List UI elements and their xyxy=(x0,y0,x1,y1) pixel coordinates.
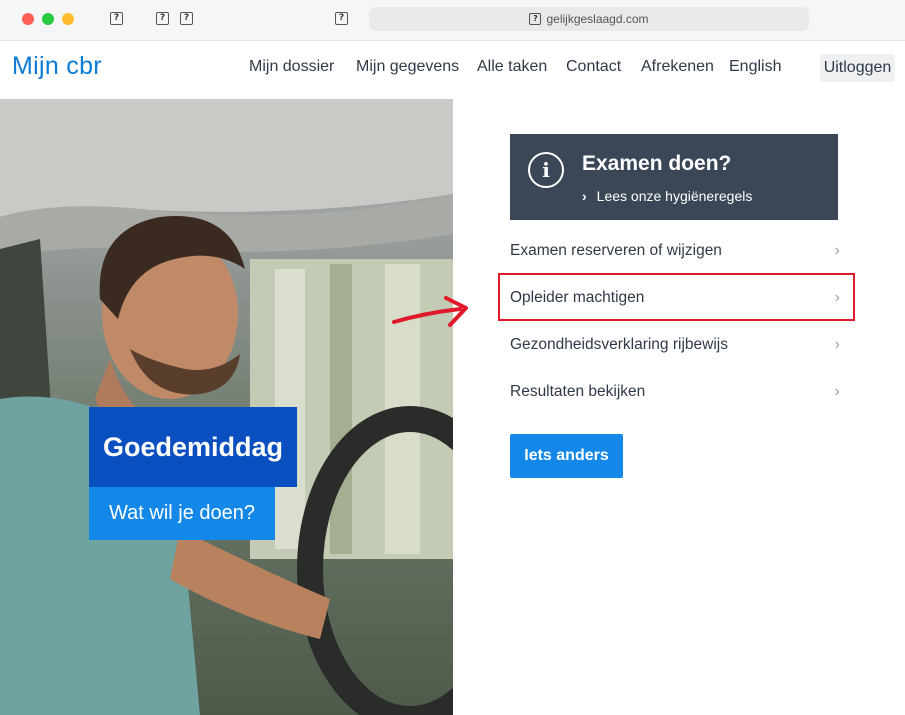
nav-contact[interactable]: Contact xyxy=(566,58,621,76)
site-lock-icon: ? xyxy=(529,13,542,25)
hygiene-rules-label: Lees onze hygiëneregels xyxy=(596,188,753,204)
nav-mijn-dossier[interactable]: Mijn dossier xyxy=(249,58,334,76)
what-to-do-label: Wat wil je doen? xyxy=(89,487,275,540)
hero-image: Goedemiddag Wat wil je doen? xyxy=(0,99,453,715)
nav-english[interactable]: English xyxy=(729,58,781,76)
privacy-report-icon[interactable]: ? xyxy=(335,12,348,25)
annotation-arrow-icon xyxy=(392,296,468,327)
task-gezondheidsverklaring[interactable]: Gezondheidsverklaring rijbewijs › xyxy=(510,331,840,359)
greeting-heading: Goedemiddag xyxy=(89,407,297,487)
task-examen-reserveren[interactable]: Examen reserveren of wijzigen › xyxy=(510,237,840,265)
highlight-box xyxy=(498,273,855,321)
task-resultaten-bekijken[interactable]: Resultaten bekijken › xyxy=(510,378,840,406)
nav-mijn-gegevens[interactable]: Mijn gegevens xyxy=(356,58,459,76)
logout-button[interactable]: Uitloggen xyxy=(820,54,895,82)
hygiene-rules-link[interactable]: › Lees onze hygiëneregels xyxy=(582,188,752,204)
nav-afrekenen[interactable]: Afrekenen xyxy=(641,58,714,76)
info-icon: i xyxy=(528,152,564,188)
chevron-right-icon: › xyxy=(834,336,840,353)
sidebar-toggle-icon[interactable]: ? xyxy=(110,12,123,25)
url-text: gelijkgeslaagd.com xyxy=(546,12,649,26)
browser-toolbar: ? ? ? ? ? gelijkgeslaagd.com xyxy=(0,0,905,41)
close-window-button[interactable] xyxy=(22,13,34,25)
iets-anders-button[interactable]: Iets anders xyxy=(510,434,623,478)
exam-notice: i Examen doen? › Lees onze hygiëneregels xyxy=(510,134,838,220)
forward-icon[interactable]: ? xyxy=(180,12,193,25)
address-bar[interactable]: ? gelijkgeslaagd.com xyxy=(369,7,809,31)
chevron-right-icon: › xyxy=(582,188,587,204)
task-label: Gezondheidsverklaring rijbewijs xyxy=(510,336,728,353)
back-icon[interactable]: ? xyxy=(156,12,169,25)
minimize-window-button[interactable] xyxy=(62,13,74,25)
chevron-right-icon: › xyxy=(834,242,840,259)
task-label: Examen reserveren of wijzigen xyxy=(510,242,722,259)
site-logo[interactable]: Mijn cbr xyxy=(12,52,102,81)
notice-title: Examen doen? xyxy=(582,152,732,175)
chevron-right-icon: › xyxy=(834,383,840,400)
task-label: Resultaten bekijken xyxy=(510,383,646,400)
maximize-window-button[interactable] xyxy=(42,13,54,25)
nav-alle-taken[interactable]: Alle taken xyxy=(477,58,547,76)
